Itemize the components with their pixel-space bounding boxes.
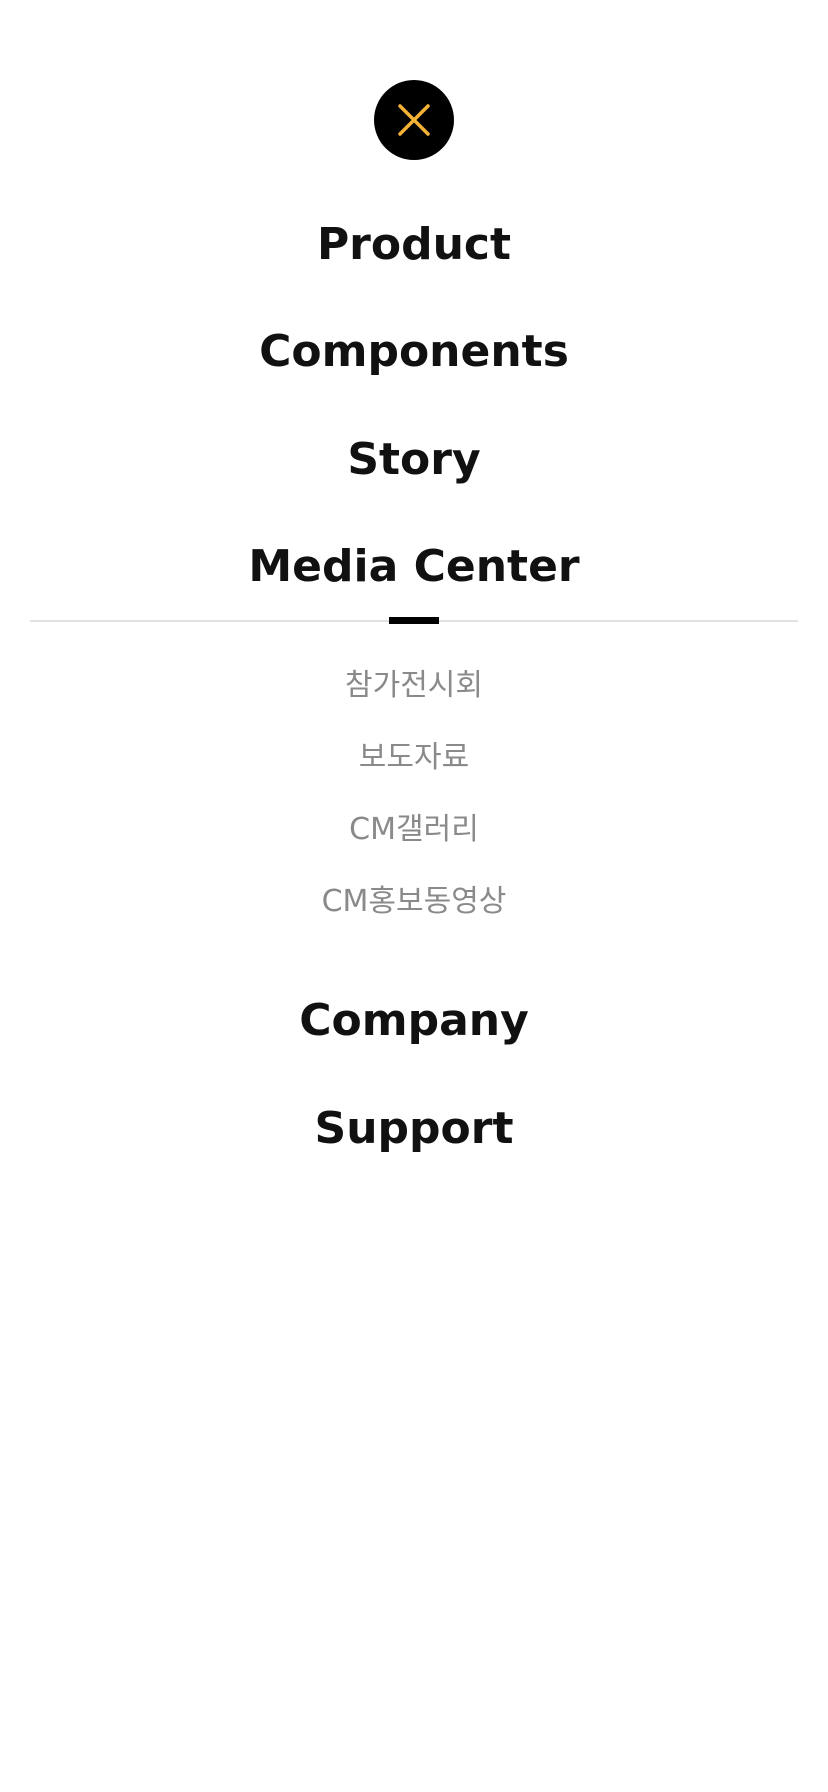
submenu-item-press-releases[interactable]: 보도자료 bbox=[0, 736, 828, 780]
close-menu-button[interactable] bbox=[374, 80, 454, 160]
submenu-item-cm-gallery[interactable]: CM갤러리 bbox=[0, 808, 828, 852]
submenu-item-exhibitions[interactable]: 참가전시회 bbox=[0, 664, 828, 708]
menu-item-media-center[interactable]: Media Center bbox=[0, 537, 828, 597]
submenu-item-cm-promo-video[interactable]: CM홍보동영상 bbox=[0, 880, 828, 924]
close-icon bbox=[398, 104, 430, 136]
menu-item-support[interactable]: Support bbox=[0, 1099, 828, 1159]
active-menu-indicator bbox=[389, 617, 439, 624]
menu-item-story[interactable]: Story bbox=[0, 430, 828, 490]
menu-item-components[interactable]: Components bbox=[0, 322, 828, 382]
menu-item-product[interactable]: Product bbox=[0, 215, 828, 275]
menu-item-company[interactable]: Company bbox=[0, 991, 828, 1051]
